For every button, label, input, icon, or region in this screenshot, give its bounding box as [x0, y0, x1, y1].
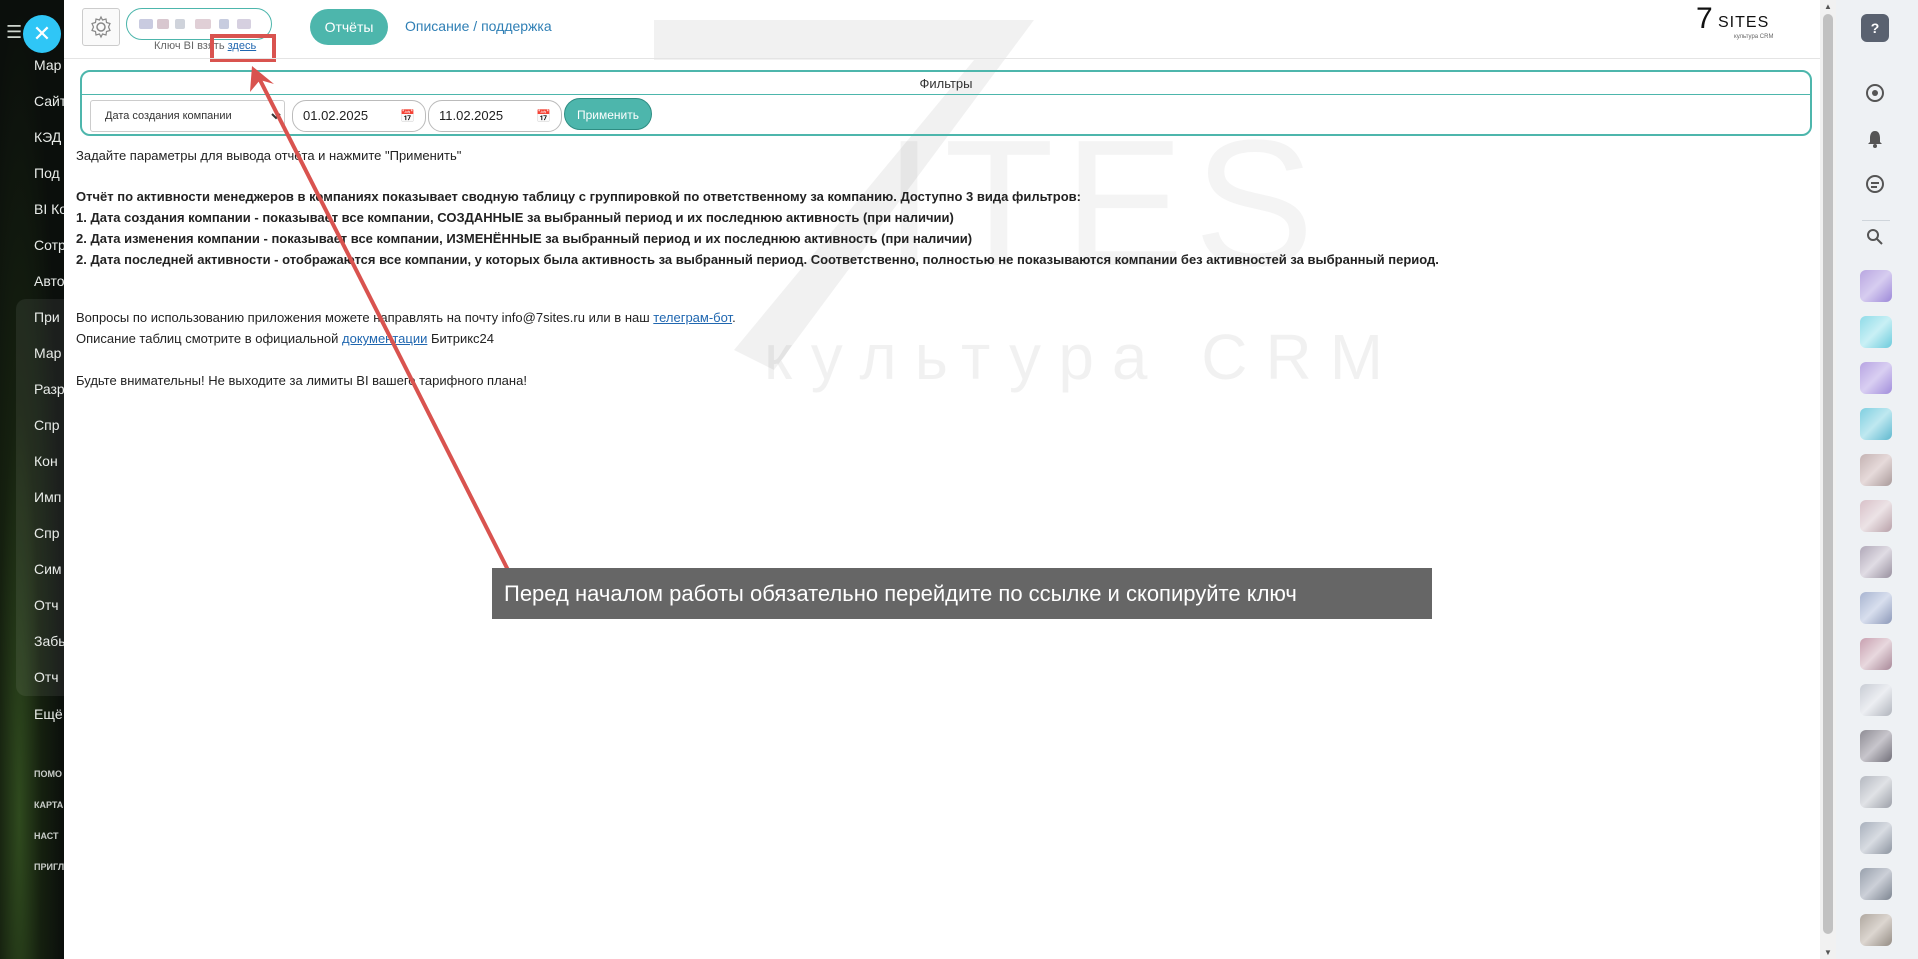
nav-item[interactable]: Мар [34, 57, 61, 73]
nav-item[interactable]: Мар [34, 345, 61, 361]
nav-item[interactable]: Авто [34, 273, 64, 289]
avatar[interactable] [1860, 868, 1892, 900]
nav-item[interactable]: BI Ко [34, 201, 64, 217]
nav-item[interactable]: Сим [34, 561, 62, 577]
avatar[interactable] [1860, 454, 1892, 486]
avatar[interactable] [1860, 500, 1892, 532]
avatar[interactable] [1860, 684, 1892, 716]
annotation-arrow [250, 66, 512, 575]
copilot-icon[interactable] [1858, 76, 1892, 110]
annotation-callout: Перед началом работы обязательно перейди… [492, 568, 1432, 619]
search-icon[interactable] [1858, 220, 1892, 254]
nav-item[interactable]: Имп [34, 489, 61, 505]
avatar[interactable] [1860, 776, 1892, 808]
nav-item[interactable]: КЭД [34, 129, 61, 145]
nav-footer-link[interactable]: ПРИГЛ [34, 862, 64, 872]
scroll-up-arrow[interactable]: ▲ [1824, 2, 1832, 11]
right-panel: ? [1836, 0, 1918, 959]
avatar[interactable] [1860, 592, 1892, 624]
nav-footer-link[interactable]: НАСТ [34, 831, 59, 841]
chat-icon[interactable] [1858, 168, 1892, 202]
avatar[interactable] [1860, 638, 1892, 670]
nav-item[interactable]: При [34, 309, 60, 325]
nav-item[interactable]: Разр [34, 381, 64, 397]
close-slider-button[interactable]: ✕ [23, 15, 61, 53]
avatar[interactable] [1860, 316, 1892, 348]
nav-item[interactable]: Сайт [34, 93, 64, 109]
nav-footer-link[interactable]: КАРТА [34, 800, 63, 810]
menu-icon[interactable]: ☰ [6, 22, 22, 43]
avatar[interactable] [1860, 546, 1892, 578]
nav-item[interactable]: Забь [34, 633, 64, 649]
avatar[interactable] [1860, 270, 1892, 302]
app-frame: ITES культура CRM Отчёты Описание / подд… [64, 0, 1820, 959]
nav-item-more[interactable]: Ещё [34, 706, 63, 722]
nav-item[interactable]: Отч [34, 597, 59, 613]
nav-item[interactable]: Кон [34, 453, 58, 469]
avatar[interactable] [1860, 730, 1892, 762]
nav-item[interactable]: Спр [34, 417, 59, 433]
avatar[interactable] [1860, 822, 1892, 854]
nav-item[interactable]: Сотр [34, 237, 64, 253]
nav-item[interactable]: Спр [34, 525, 59, 541]
scrollbar[interactable]: ▲ ▼ [1820, 0, 1836, 959]
nav-footer-link[interactable]: ПОМО [34, 769, 62, 779]
avatar[interactable] [1860, 408, 1892, 440]
bell-icon[interactable] [1858, 122, 1892, 156]
avatar[interactable] [1860, 914, 1892, 946]
avatar[interactable] [1860, 362, 1892, 394]
nav-item[interactable]: Под [34, 165, 60, 181]
scroll-down-arrow[interactable]: ▼ [1824, 948, 1832, 957]
left-nav: ☰ ✕ Мар Сайт КЭД Под BI Ко Сотр Авто При… [0, 0, 64, 959]
close-icon: ✕ [32, 21, 52, 46]
help-button[interactable]: ? [1861, 14, 1889, 42]
scrollbar-thumb[interactable] [1823, 14, 1833, 934]
nav-item[interactable]: Отч [34, 669, 59, 685]
